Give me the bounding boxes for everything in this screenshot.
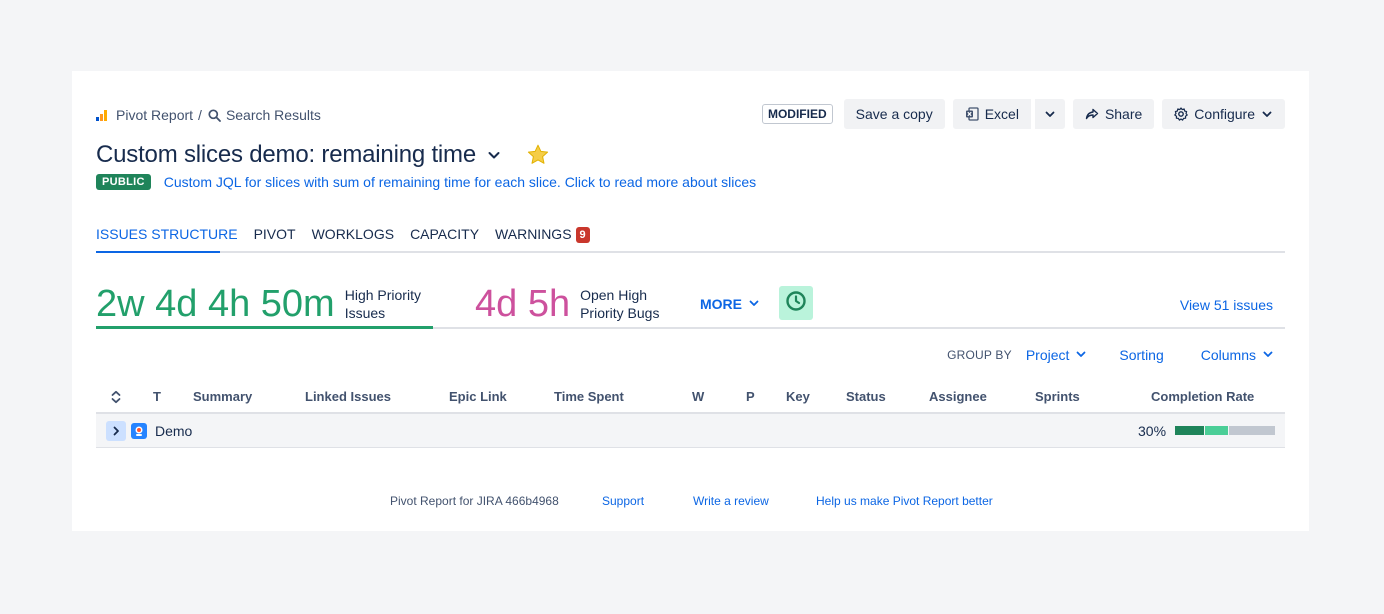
report-description-row: PUBLIC Custom JQL for slices with sum of… (96, 174, 756, 190)
column-header-linked-issues[interactable]: Linked Issues (305, 389, 391, 404)
completion-progress-bar (1175, 426, 1275, 435)
breadcrumb-root[interactable]: Pivot Report (116, 107, 193, 123)
slice-label: Open High Priority Bugs (580, 286, 659, 322)
active-tab-indicator (96, 251, 220, 253)
report-actions: MODIFIED Save a copy Excel Share Configu… (761, 99, 1285, 129)
table-row[interactable]: Demo 30% (96, 414, 1285, 448)
view-issues-link[interactable]: View 51 issues (1180, 297, 1273, 313)
table-header: T Summary Linked Issues Epic Link Time S… (96, 383, 1285, 414)
completion-segment-1 (1205, 426, 1228, 435)
group-by-value: Project (1025, 347, 1070, 363)
completion-rate-value: 30% (1138, 423, 1167, 439)
chevron-down-icon (1262, 347, 1274, 363)
slice-label-line: Open High (580, 287, 648, 303)
slice-high-priority-issues[interactable]: 2w 4d 4h 50m High Priority Issues (96, 283, 421, 325)
gear-icon (1174, 107, 1189, 121)
column-header-key[interactable]: Key (786, 389, 810, 404)
excel-button[interactable]: Excel (952, 99, 1031, 129)
slice-value: 4d 5h (475, 283, 571, 325)
tab-label: ISSUES STRUCTURE (96, 226, 238, 242)
configure-button[interactable]: Configure (1162, 99, 1285, 129)
chevron-down-icon (748, 296, 760, 312)
slice-label-line: High Priority (344, 287, 421, 303)
report-title-row: Custom slices demo: remaining time (96, 141, 550, 169)
more-label: MORE (700, 296, 742, 312)
column-header-sprints[interactable]: Sprints (1035, 389, 1080, 404)
tab-label: WARNINGS (495, 226, 572, 242)
row-project-name[interactable]: Demo (155, 423, 192, 439)
tab-capacity[interactable]: CAPACITY (410, 226, 479, 253)
column-header-epic-link[interactable]: Epic Link (449, 389, 507, 404)
breadcrumb-separator: / (198, 107, 202, 123)
visibility-badge: PUBLIC (96, 174, 151, 190)
columns-dropdown[interactable]: Columns (1201, 347, 1274, 363)
footer-review-link[interactable]: Write a review (693, 494, 769, 508)
column-header-summary[interactable]: Summary (193, 389, 252, 404)
more-slices-button[interactable]: MORE (700, 296, 760, 312)
pivot-report-logo-icon (96, 108, 110, 122)
excel-dropdown-button[interactable] (1032, 99, 1065, 129)
time-tracking-button[interactable] (779, 286, 813, 320)
save-copy-button[interactable]: Save a copy (843, 99, 945, 129)
column-header-time-spent[interactable]: Time Spent (554, 389, 624, 404)
slice-label: High Priority Issues (345, 286, 421, 322)
columns-label: Columns (1200, 347, 1256, 363)
completion-segment-2 (1228, 426, 1275, 435)
breadcrumb-current[interactable]: Search Results (226, 107, 321, 123)
column-header-assignee[interactable]: Assignee (929, 389, 987, 404)
report-card: Pivot Report / Search Results MODIFIED S… (72, 71, 1309, 531)
footer-feedback-link[interactable]: Help us make Pivot Report better (816, 494, 993, 508)
project-avatar-icon (131, 423, 147, 439)
configure-label: Configure (1194, 106, 1255, 122)
footer-version: Pivot Report for JIRA 466b4968 (390, 494, 559, 508)
tab-issues-structure[interactable]: ISSUES STRUCTURE (96, 226, 238, 253)
clock-icon (785, 290, 807, 317)
title-dropdown-chevron-icon[interactable] (486, 147, 502, 163)
search-icon (208, 108, 221, 122)
share-label: Share (1104, 106, 1143, 122)
chevron-down-icon (1075, 347, 1087, 363)
column-header-w[interactable]: W (692, 389, 704, 404)
column-header-status[interactable]: Status (846, 389, 886, 404)
expand-row-button[interactable] (106, 421, 126, 441)
tab-pivot[interactable]: PIVOT (254, 226, 296, 253)
excel-icon (965, 107, 979, 121)
slice-label-line: Issues (344, 305, 386, 321)
share-icon (1085, 107, 1099, 121)
save-copy-label: Save a copy (855, 106, 933, 122)
sorting-button[interactable]: Sorting (1119, 347, 1163, 363)
footer-support-link[interactable]: Support (602, 494, 644, 508)
chevron-right-icon (113, 426, 119, 436)
tab-label: PIVOT (253, 226, 296, 242)
report-description-link[interactable]: Custom JQL for slices with sum of remain… (164, 174, 756, 190)
share-button[interactable]: Share (1072, 99, 1155, 129)
slice-open-high-priority-bugs[interactable]: 4d 5h Open High Priority Bugs (475, 283, 659, 325)
column-header-type[interactable]: T (153, 389, 161, 404)
modified-badge: MODIFIED (761, 104, 833, 124)
page-title: Custom slices demo: remaining time (96, 141, 477, 168)
active-slice-indicator (96, 326, 433, 329)
tab-label: WORKLOGS (311, 226, 395, 242)
expand-collapse-all-icon[interactable] (110, 390, 122, 407)
completion-segment-0 (1175, 426, 1205, 435)
chevron-down-icon (1261, 108, 1273, 120)
report-tabs: ISSUES STRUCTURE PIVOT WORKLOGS CAPACITY… (96, 226, 1285, 253)
chevron-down-icon (1044, 108, 1056, 120)
slice-value: 2w 4d 4h 50m (96, 283, 335, 325)
slice-label-line: Priority Bugs (580, 305, 660, 321)
group-by-project-dropdown[interactable]: Project (1026, 347, 1088, 363)
tab-worklogs[interactable]: WORKLOGS (312, 226, 394, 253)
tab-label: CAPACITY (410, 226, 480, 242)
group-by-bar: GROUP BY Project Sorting Columns (947, 347, 1274, 363)
slice-bar: 2w 4d 4h 50m High Priority Issues 4d 5h … (96, 283, 1285, 329)
favorite-star-icon[interactable] (526, 143, 550, 167)
excel-label: Excel (984, 106, 1019, 122)
column-header-p[interactable]: P (746, 389, 755, 404)
breadcrumb: Pivot Report / Search Results (96, 107, 321, 123)
column-header-completion-rate[interactable]: Completion Rate (1151, 389, 1254, 404)
sorting-label: Sorting (1119, 347, 1164, 363)
warnings-count-badge: 9 (575, 227, 590, 243)
tab-warnings[interactable]: WARNINGS 9 (495, 226, 590, 253)
group-by-label: GROUP BY (947, 348, 1012, 362)
